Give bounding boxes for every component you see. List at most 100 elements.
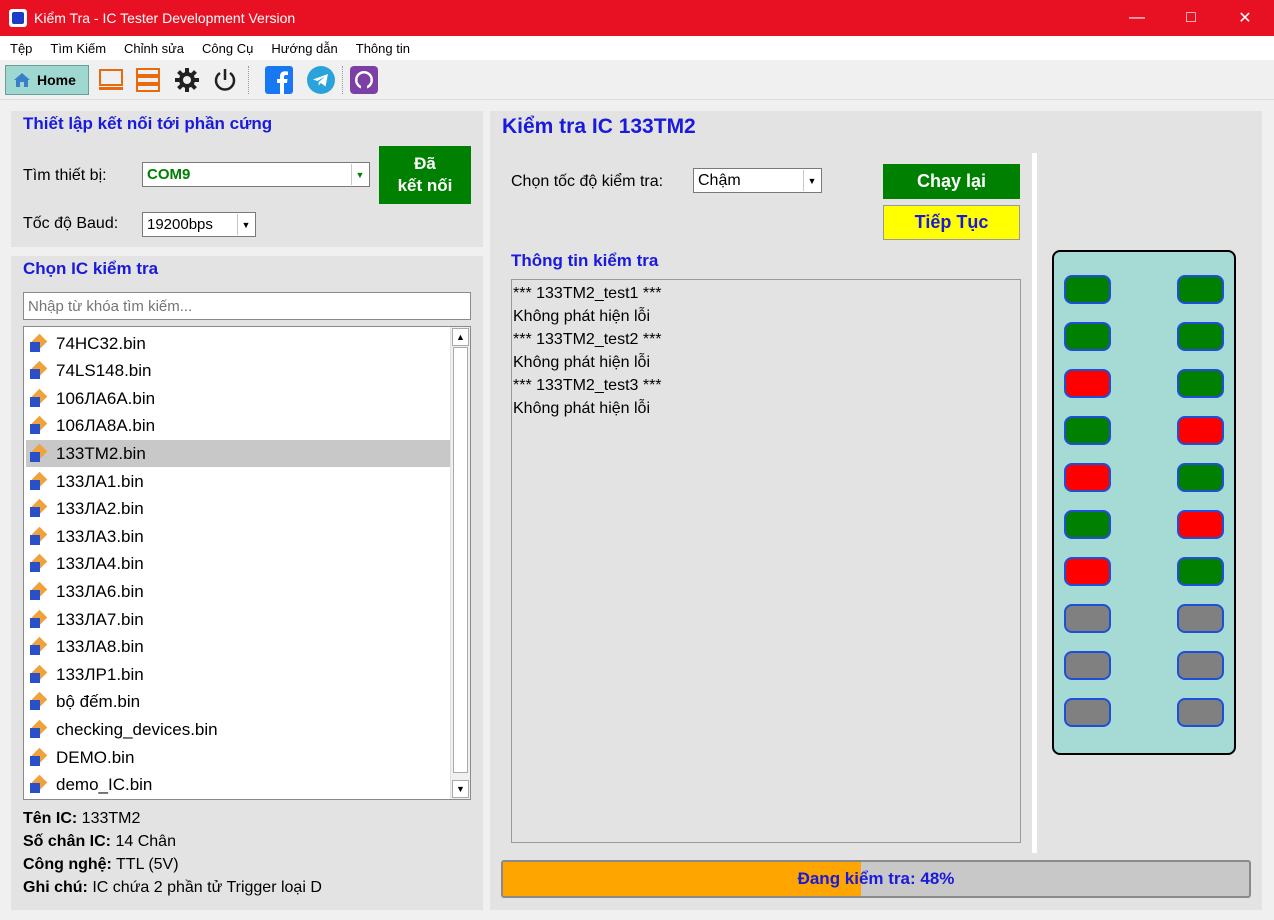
device-label: Tìm thiết bị: [23,167,107,184]
ic-diagram [1052,250,1236,755]
app-icon [9,9,27,27]
ic-pins-info: Số chân IC: 14 Chân [23,833,176,851]
file-icon [29,388,48,408]
list-item[interactable]: 133ЛА4.bin [26,551,450,578]
continue-button[interactable]: Tiếp Tục [883,205,1020,240]
ic-pin-right-1 [1177,275,1224,304]
progress-text: Đang kiểm tra: 48% [797,869,955,888]
rerun-button[interactable]: Chạy lại [883,164,1020,199]
log-line: Không phát hiện lỗi [513,354,650,371]
list-item-label: 133ЛА8.bin [56,637,144,657]
scroll-thumb[interactable] [453,347,468,773]
speed-select[interactable]: Chậm ▼ [693,168,822,193]
menu-info[interactable]: Thông tin [347,41,419,56]
computer-icon[interactable] [96,65,126,95]
search-input[interactable] [23,292,471,320]
list-item[interactable]: 133ЛР1.bin [26,661,450,688]
file-icon [29,719,48,739]
test-title: Kiểm tra IC 133TM2 [502,115,696,138]
list-item[interactable]: DEMO.bin [26,744,450,771]
file-icon [29,360,48,380]
list-item[interactable]: 133ЛА1.bin [26,468,450,495]
scroll-up-icon[interactable]: ▲ [452,328,469,346]
speed-label: Chọn tốc độ kiểm tra: [511,173,664,190]
ic-pin-left-7 [1064,557,1111,586]
chevron-down-icon[interactable]: ▼ [237,214,254,235]
file-icon [29,554,48,573]
list-item-label: 106ЛА8А.bin [56,416,156,436]
settings-icon[interactable] [172,65,202,95]
file-icon [29,581,48,601]
list-item[interactable]: demo_IC.bin [26,772,450,799]
ic-pin-right-2 [1177,322,1224,351]
power-icon[interactable] [210,65,240,95]
panel-divider [1032,153,1037,853]
log-line: *** 133TM2_test1 *** [513,285,662,302]
ic-pin-left-4 [1064,416,1111,445]
ic-pin-right-5 [1177,463,1224,492]
file-icon [29,333,48,353]
menu-edit[interactable]: Chỉnh sửa [115,41,193,56]
list-item[interactable]: checking_devices.bin [26,716,450,743]
scrollbar[interactable]: ▲ ▼ [450,327,470,799]
chevron-down-icon[interactable]: ▼ [803,170,820,191]
list-item-label: 133ЛА7.bin [56,609,144,629]
menu-file[interactable]: Tệp [0,41,41,56]
toolbar: Home [0,60,1274,100]
window-title: Kiểm Tra - IC Tester Development Version [34,10,296,26]
ic-pin-right-9 [1177,651,1224,680]
menu-tools[interactable]: Công Cụ [193,41,262,56]
file-icon [29,416,48,435]
chevron-down-icon[interactable]: ▼ [351,164,368,185]
home-button[interactable]: Home [5,65,89,95]
ic-tech-info: Công nghệ: TTL (5V) [23,856,179,874]
file-icon [29,774,48,794]
facebook-icon[interactable] [264,65,294,95]
close-icon[interactable]: ✕ [1222,0,1268,36]
ic-file-list: 74HC32.bin 74LS148.bin 106ЛА6А.bin 106ЛА8А.… [23,326,471,800]
ic-pin-left-3 [1064,369,1111,398]
progress-bar: Đang kiểm tra: 48% [501,860,1251,898]
ic-pin-left-9 [1064,651,1111,680]
list-item[interactable]: 133ЛА2.bin [26,496,450,523]
log-title: Thông tin kiểm tra [511,251,659,270]
list-item[interactable]: 74LS148.bin [26,358,450,385]
telegram-icon[interactable] [306,65,336,95]
device-select[interactable]: COM9 ▼ [142,162,370,187]
list-item[interactable]: 133ЛА3.bin [26,523,450,550]
list-view-icon[interactable] [133,65,163,95]
list-item-label: 106ЛА6А.bin [56,388,156,408]
list-item[interactable]: 106ЛА6А.bin [26,385,450,412]
baud-select[interactable]: 19200bps ▼ [142,212,256,237]
file-icon [29,747,48,767]
log-line: *** 133TM2_test3 *** [513,377,662,394]
test-log[interactable]: *** 133TM2_test1 *** Không phát hiện lỗi… [511,279,1021,843]
file-icon [29,498,48,518]
ic-pin-left-5 [1064,463,1111,492]
list-item[interactable]: 106ЛА8А.bin [26,413,450,440]
menu-search[interactable]: Tìm Kiếm [41,41,115,56]
github-icon[interactable] [349,65,379,95]
minimize-icon[interactable]: — [1114,0,1160,36]
list-item[interactable]: 74HC32.bin [26,330,450,357]
list-item[interactable]: 133ЛА7.bin [26,606,450,633]
log-line: Không phát hiện lỗi [513,308,650,325]
scroll-down-icon[interactable]: ▼ [452,780,469,798]
baud-value: 19200bps [147,216,213,233]
maximize-icon[interactable]: □ [1168,0,1214,36]
list-item[interactable]: 133TM2.bin [26,440,450,468]
list-item[interactable]: 133ЛА6.bin [26,578,450,605]
connect-button[interactable]: Đã kết nối [379,146,471,204]
ic-tech-value: TTL (5V) [116,856,179,873]
list-item-label: 133TM2.bin [56,443,146,463]
file-icon [29,692,48,711]
file-icon [29,609,48,629]
list-item-label: 133ЛА4.bin [56,554,144,574]
list-item-label: 133ЛА2.bin [56,499,144,519]
list-item-label: 133ЛА1.bin [56,471,144,491]
list-item-label: 74HC32.bin [56,333,146,353]
menu-guide[interactable]: Hướng dẫn [262,41,346,56]
list-item[interactable]: 133ЛА8.bin [26,634,450,661]
ic-pin-right-6 [1177,510,1224,539]
list-item[interactable]: bộ đếm.bin [26,689,450,716]
